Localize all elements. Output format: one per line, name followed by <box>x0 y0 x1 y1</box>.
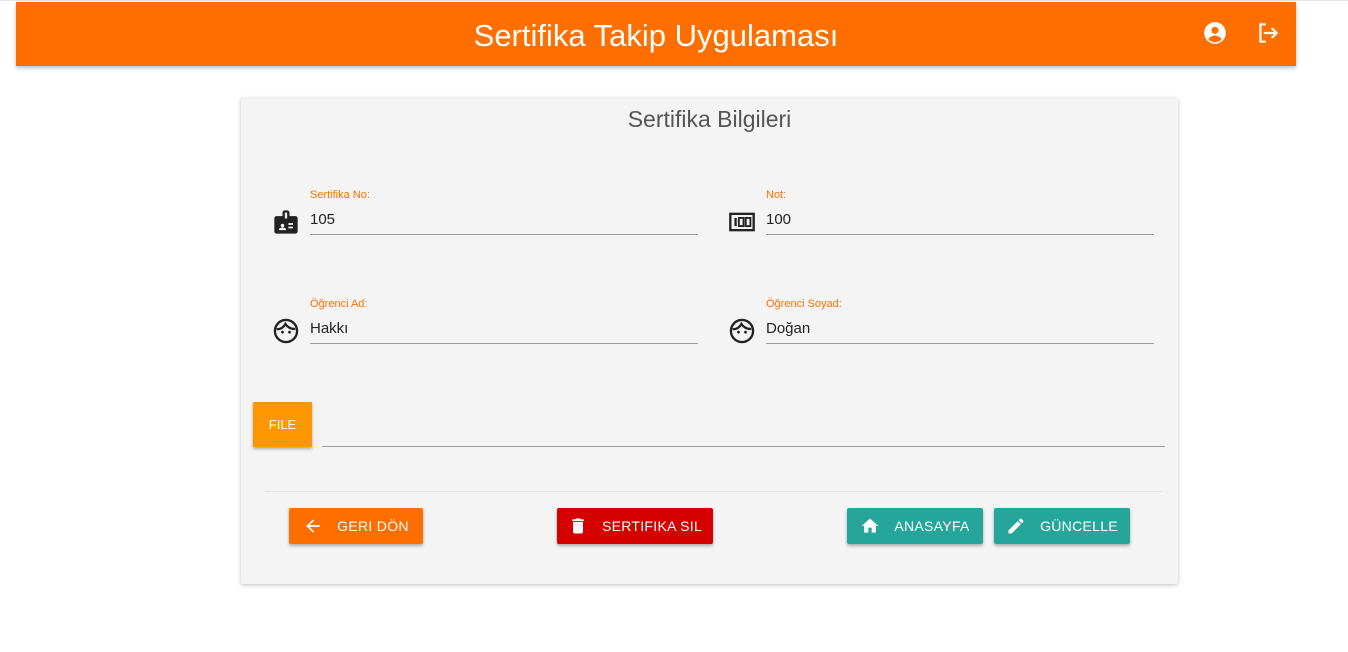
account-button[interactable] <box>1202 20 1228 46</box>
certificate-card: Sertifika Bilgileri Sertifika No: Not: Ö… <box>241 98 1178 584</box>
score-100-icon <box>728 208 756 236</box>
card-title: Sertifika Bilgileri <box>627 106 792 132</box>
home-button-label: ANASAYFA <box>894 518 970 534</box>
back-button[interactable]: GERI DÖN <box>289 508 423 544</box>
divider <box>265 491 1162 492</box>
face-icon <box>728 317 756 345</box>
trash-icon <box>568 516 588 536</box>
student-surname-field: Öğrenci Soyad: <box>729 297 1190 367</box>
student-surname-input[interactable] <box>766 313 1154 344</box>
app-header: Sertifika Takip Uygulaması <box>16 2 1296 66</box>
grade-field: Not: <box>729 188 1190 258</box>
student-name-field: Öğrenci Ad: <box>273 297 734 367</box>
logout-icon <box>1255 20 1281 46</box>
app-title: Sertifika Takip Uygulaması <box>473 18 839 53</box>
certificate-no-input[interactable] <box>310 204 698 235</box>
grade-input[interactable] <box>766 204 1154 235</box>
logout-button[interactable] <box>1255 20 1281 46</box>
student-name-label: Öğrenci Ad: <box>310 298 368 310</box>
delete-button-label: SERTIFIKA SIL <box>601 518 703 534</box>
grade-label: Not: <box>766 189 787 201</box>
student-name-input[interactable] <box>310 313 698 344</box>
student-surname-label: Öğrenci Soyad: <box>766 298 842 310</box>
update-button[interactable]: GÜNCELLE <box>994 508 1130 544</box>
update-button-label: GÜNCELLE <box>1040 518 1118 534</box>
certificate-no-label: Sertifika No: <box>310 189 370 201</box>
pencil-icon <box>1006 516 1026 536</box>
account-circle-icon <box>1202 20 1228 46</box>
home-button[interactable]: ANASAYFA <box>847 508 983 544</box>
file-button-label: FILE <box>268 417 297 432</box>
file-path-input[interactable] <box>322 414 1165 447</box>
back-button-label: GERI DÖN <box>337 518 409 534</box>
arrow-left-icon <box>303 516 323 536</box>
file-upload-button[interactable]: FILE <box>253 402 312 447</box>
delete-certificate-button[interactable]: SERTIFIKA SIL <box>557 508 713 544</box>
top-border <box>0 0 1348 1</box>
home-icon <box>860 516 880 536</box>
face-icon <box>272 317 300 345</box>
badge-icon <box>272 208 300 236</box>
certificate-no-field: Sertifika No: <box>274 188 734 258</box>
